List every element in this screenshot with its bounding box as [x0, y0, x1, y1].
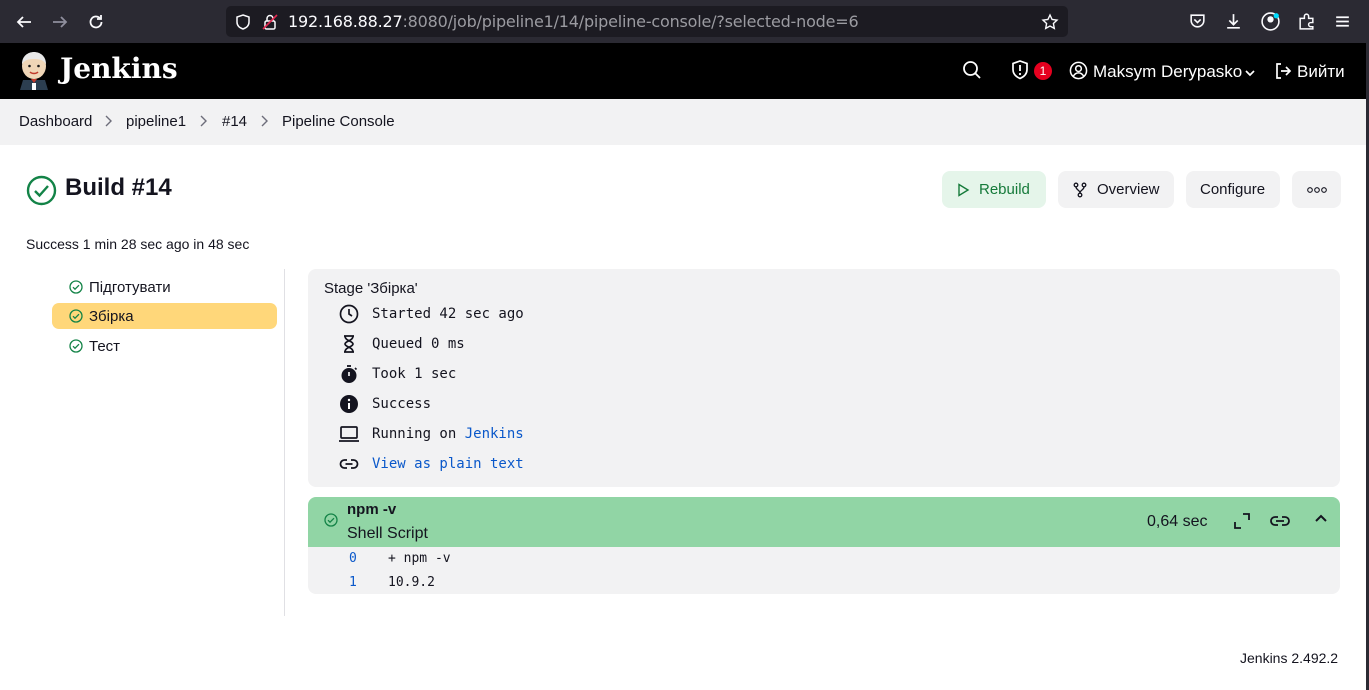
hourglass-icon: [344, 335, 354, 353]
plain-text-row[interactable]: View as plain text: [338, 453, 524, 475]
queued-text: Queued 0 ms: [372, 336, 465, 352]
security-shield-icon[interactable]: [1009, 59, 1031, 81]
jenkins-version[interactable]: Jenkins 2.492.2: [1240, 650, 1338, 666]
search-icon[interactable]: [961, 59, 983, 81]
reload-icon[interactable]: [82, 8, 110, 36]
play-icon: [958, 182, 970, 197]
more-horizontal-icon: [1306, 186, 1327, 193]
logout-icon[interactable]: [1273, 61, 1293, 81]
result-row: Success: [338, 393, 431, 415]
configure-label: Configure: [1200, 181, 1266, 198]
page-title: Build #14: [65, 174, 172, 201]
success-check-icon: [69, 339, 83, 353]
chevron-right-icon: [200, 115, 207, 127]
link-icon: [339, 459, 359, 469]
more-actions-button[interactable]: [1292, 171, 1341, 208]
stage-details-panel: Stage 'Збірка' Started 42 sec ago Queued…: [308, 269, 1340, 487]
jenkins-logo-icon[interactable]: [18, 50, 50, 90]
log-line-text: + npm -v: [388, 551, 451, 566]
log-line-number[interactable]: 0: [349, 551, 357, 566]
step-type: Shell Script: [347, 525, 428, 542]
breadcrumb: Dashboard pipeline1 #14 Pipeline Console: [0, 99, 1366, 145]
forward-icon[interactable]: [46, 8, 74, 36]
result-text: Success: [372, 396, 432, 412]
log-line: 0 + npm -v: [308, 551, 708, 571]
node-link[interactable]: Jenkins: [465, 426, 524, 442]
stage-label: Тест: [89, 337, 121, 355]
user-menu[interactable]: Maksym Derypasko: [1093, 62, 1242, 82]
extensions-icon[interactable]: [1297, 12, 1316, 31]
branch-icon: [1073, 182, 1087, 197]
info-icon: [340, 395, 358, 413]
step-header[interactable]: npm -v Shell Script 0,64 sec: [308, 497, 1340, 547]
stage-item-test[interactable]: Тест: [52, 333, 277, 359]
expand-icon[interactable]: [1232, 511, 1252, 531]
success-check-icon: [26, 175, 57, 206]
chevron-right-icon: [105, 115, 112, 127]
step-log: 0 + npm -v 1 10.9.2: [308, 547, 1340, 594]
address-bar[interactable]: 192.168.88.27:8080/job/pipeline1/14/pipe…: [226, 6, 1068, 37]
rebuild-button[interactable]: Rebuild: [942, 171, 1046, 208]
running-on-row: Running on Jenkins: [338, 423, 524, 445]
logout-link[interactable]: Вийти: [1297, 62, 1345, 82]
success-check-icon: [324, 513, 338, 527]
started-text: Started 42 sec ago: [372, 306, 524, 322]
log-line-text: 10.9.2: [388, 575, 435, 590]
pocket-icon[interactable]: [1188, 12, 1207, 31]
user-icon[interactable]: [1069, 61, 1088, 80]
view-plain-text-link[interactable]: View as plain text: [372, 456, 524, 472]
configure-button[interactable]: Configure: [1186, 171, 1280, 208]
step-name: npm -v: [347, 501, 397, 518]
took-text: Took 1 sec: [372, 366, 457, 382]
user-name: Maksym Derypasko: [1093, 62, 1243, 81]
download-icon[interactable]: [1224, 12, 1243, 31]
chevron-right-icon: [261, 115, 268, 127]
build-status-text: Success 1 min 28 sec ago in 48 sec: [26, 236, 250, 252]
stage-item-build[interactable]: Збірка: [52, 303, 277, 329]
running-on-text: Running on: [372, 426, 465, 442]
breadcrumb-dashboard[interactable]: Dashboard: [19, 113, 92, 130]
bookmark-star-icon[interactable]: [1041, 13, 1059, 31]
stage-title: Stage 'Збірка': [324, 280, 418, 297]
queued-row: Queued 0 ms: [338, 333, 465, 355]
browser-toolbar: 192.168.88.27:8080/job/pipeline1/14/pipe…: [0, 0, 1369, 43]
success-check-icon: [69, 280, 83, 294]
breadcrumb-pipeline-console[interactable]: Pipeline Console: [282, 113, 395, 130]
insecure-lock-icon[interactable]: [261, 13, 279, 31]
shield-icon[interactable]: [234, 13, 252, 31]
log-line-number[interactable]: 1: [349, 575, 357, 590]
log-line: 1 10.9.2: [308, 575, 708, 595]
overview-label: Overview: [1097, 181, 1160, 198]
clock-icon: [339, 304, 359, 324]
laptop-icon: [339, 426, 359, 442]
menu-icon[interactable]: [1333, 12, 1352, 31]
stage-item-prepare[interactable]: Підготувати: [52, 274, 277, 300]
success-check-icon: [69, 309, 83, 323]
stage-label: Підготувати: [89, 278, 171, 296]
started-row: Started 42 sec ago: [338, 303, 524, 325]
rebuild-label: Rebuild: [979, 181, 1030, 198]
breadcrumb-pipeline1[interactable]: pipeline1: [126, 113, 186, 130]
back-icon[interactable]: [10, 8, 38, 36]
account-icon[interactable]: [1260, 11, 1281, 32]
divider: [284, 269, 285, 616]
chevron-up-icon[interactable]: [1311, 509, 1331, 529]
security-count-badge[interactable]: 1: [1034, 62, 1052, 80]
chevron-down-icon[interactable]: [1244, 67, 1256, 79]
jenkins-brand[interactable]: Jenkins: [60, 52, 178, 85]
breadcrumb-build[interactable]: #14: [222, 113, 247, 130]
overview-button[interactable]: Overview: [1058, 171, 1174, 208]
url-text: 192.168.88.27:8080/job/pipeline1/14/pipe…: [288, 12, 859, 31]
took-row: Took 1 sec: [338, 363, 456, 385]
link-icon[interactable]: [1269, 511, 1291, 531]
jenkins-header: Jenkins 1 Maksym Derypasko Вийти: [0, 43, 1366, 99]
stage-label: Збірка: [89, 307, 134, 325]
stopwatch-icon: [341, 365, 358, 383]
step-duration: 0,64 sec: [1147, 513, 1208, 530]
